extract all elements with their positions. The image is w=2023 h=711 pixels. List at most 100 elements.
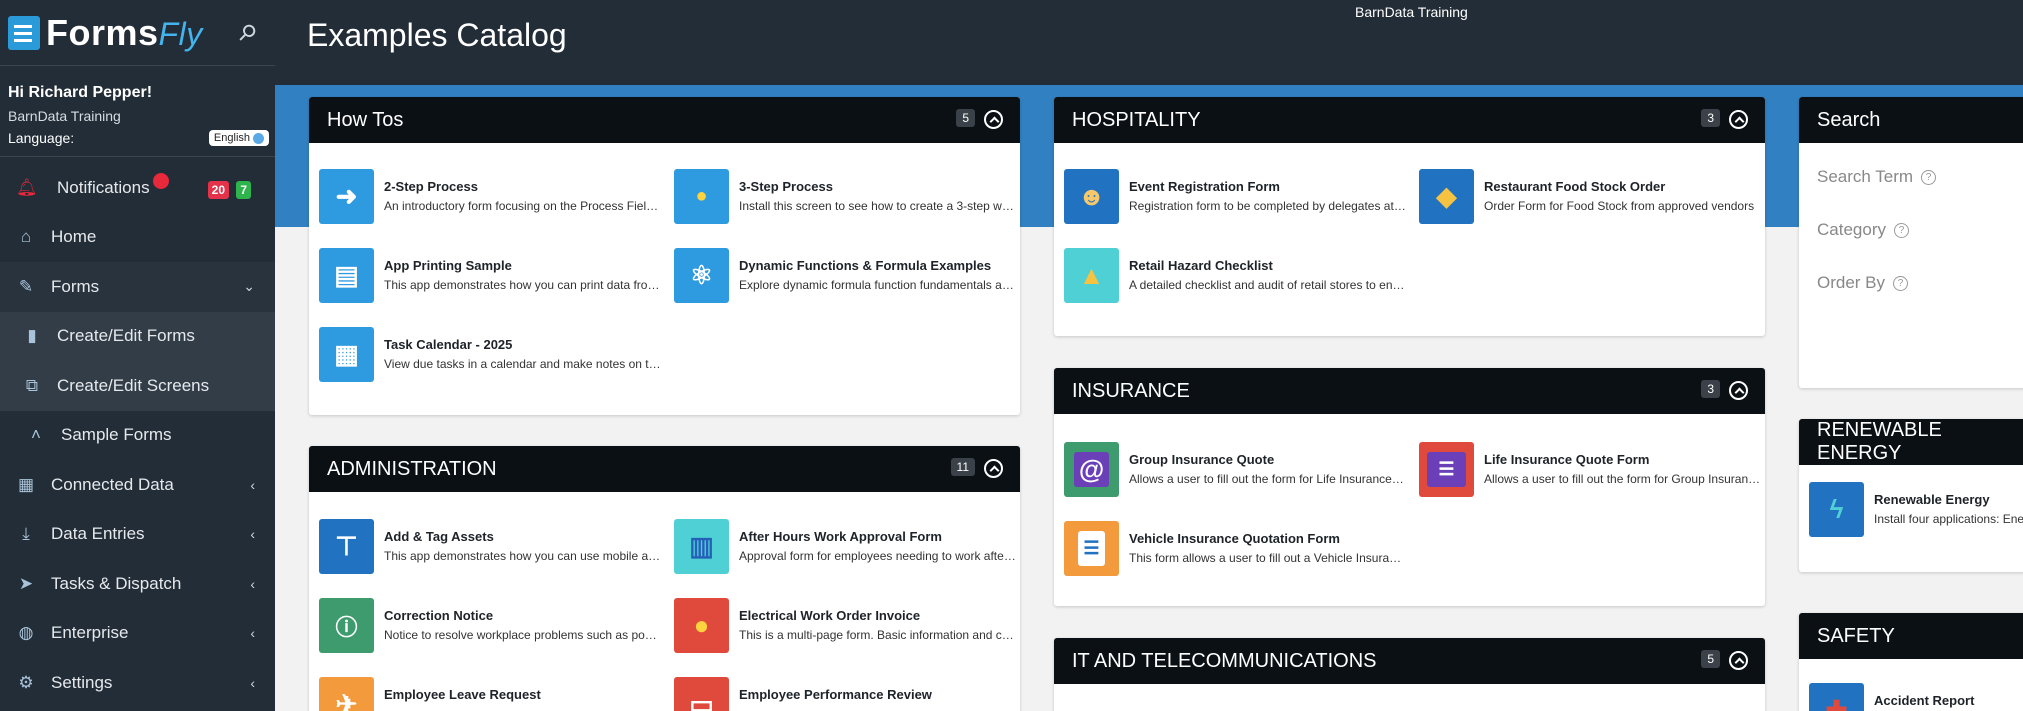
inbox-download-icon: ⤓ bbox=[22, 524, 30, 544]
help-icon[interactable]: ? bbox=[1893, 275, 1909, 291]
nav-notifications[interactable]: 🔔︎ Notifications 20 7 bbox=[0, 163, 275, 213]
chevron-left-icon: ‹ bbox=[250, 674, 255, 691]
catalog-item[interactable]: ▭ Employee Performance Review bbox=[674, 677, 1019, 711]
catalog-item[interactable]: ⚛ Dynamic Functions & Formula Examples Ex… bbox=[674, 248, 1019, 303]
user-greeting: Hi Richard Pepper! bbox=[8, 84, 153, 101]
search-term-field[interactable]: Search Term? bbox=[1817, 167, 2021, 187]
card-header: ADMINISTRATION 11 bbox=[309, 446, 1020, 492]
table-icon: ▦ bbox=[17, 474, 35, 494]
card-header: SAFETY bbox=[1799, 613, 2023, 659]
card-it-telecom: IT AND TELECOMMUNICATIONS 5 bbox=[1054, 638, 1765, 711]
catalog-item[interactable]: ➜ 2-Step Process An introductory form foc… bbox=[319, 169, 664, 224]
catalog-item[interactable]: ▦ Task Calendar - 2025 View due tasks in … bbox=[319, 327, 664, 382]
catalog-item[interactable]: ◆ Restaurant Food Stock Order Order Form … bbox=[1419, 169, 1764, 224]
nav-connected-data[interactable]: ▦ Connected Data ‹ bbox=[0, 460, 275, 510]
card-header: RENEWABLE ENERGY bbox=[1799, 419, 2023, 465]
card-insurance: INSURANCE 3 @ Group Insurance Quote Allow… bbox=[1054, 368, 1765, 606]
people-icon: ☻ bbox=[1064, 169, 1119, 224]
warning-icon: ▲ bbox=[1064, 248, 1119, 303]
lightbulb-icon: ● bbox=[674, 598, 729, 653]
nav-create-edit-forms[interactable]: ▮ Create/Edit Forms bbox=[0, 311, 275, 361]
card-header: HOSPITALITY 3 bbox=[1054, 97, 1765, 143]
forms-logo-icon bbox=[8, 15, 40, 50]
top-header: Examples Catalog BarnData Training bbox=[275, 0, 2023, 85]
catalog-item[interactable]: ▲ Retail Hazard Checklist A detailed chec… bbox=[1064, 248, 1409, 303]
catalog-item[interactable]: ● 3-Step Process Install this screen to s… bbox=[674, 169, 1019, 224]
notification-badge-green: 7 bbox=[236, 181, 251, 199]
caret-up-icon: ˄ bbox=[31, 425, 41, 445]
card-title: SAFETY bbox=[1817, 624, 1895, 647]
catalog-item[interactable]: ▤ App Printing Sample This app demonstrat… bbox=[319, 248, 664, 303]
catalog-item[interactable]: ✚ Accident Report bbox=[1809, 683, 2023, 711]
globe-network-icon: ◍ bbox=[18, 623, 34, 643]
info-icon: ⓘ bbox=[319, 598, 374, 653]
nav-sample-forms[interactable]: ˄ Sample Forms bbox=[0, 411, 275, 461]
card-count: 5 bbox=[1701, 650, 1720, 668]
first-aid-icon: ✚ bbox=[1809, 683, 1864, 711]
catalog-item[interactable]: ☰ Vehicle Insurance Quotation Form This f… bbox=[1064, 521, 1409, 576]
home-icon: ⌂ bbox=[20, 227, 32, 247]
nav-data-entries[interactable]: ⤓ Data Entries ‹ bbox=[0, 510, 275, 560]
help-icon[interactable]: ? bbox=[1921, 169, 1937, 185]
card-title: IT AND TELECOMMUNICATIONS bbox=[1072, 649, 1377, 672]
collapse-icon[interactable] bbox=[1729, 381, 1748, 400]
collapse-icon[interactable] bbox=[984, 459, 1003, 478]
devices-icon: ⧉ bbox=[25, 375, 39, 395]
app-logo[interactable]: FormsFly bbox=[8, 12, 203, 54]
nav-enterprise[interactable]: ◍ Enterprise ‹ bbox=[0, 609, 275, 659]
order-by-field[interactable]: Order By? bbox=[1817, 273, 2021, 293]
lightning-icon: ϟ bbox=[1809, 482, 1864, 537]
logo-bar: FormsFly ⚲ bbox=[0, 0, 275, 66]
logo-text-main: Forms bbox=[46, 11, 159, 53]
catalog-item[interactable]: ● Electrical Work Order Invoice This is a… bbox=[674, 598, 1019, 653]
collapse-icon[interactable] bbox=[1729, 651, 1748, 670]
catalog-item[interactable]: ☰ Life Insurance Quote Form Allows a user… bbox=[1419, 442, 1764, 497]
at-sign-icon: @ bbox=[1064, 442, 1119, 497]
card-count: 5 bbox=[956, 109, 975, 127]
globe-icon bbox=[253, 132, 264, 144]
clipboard-icon: ▮ bbox=[27, 326, 37, 346]
card-header: INSURANCE 3 bbox=[1054, 368, 1765, 414]
card-header: How Tos 5 bbox=[309, 97, 1020, 143]
nav-create-edit-screens[interactable]: ⧉ Create/Edit Screens bbox=[0, 361, 275, 411]
chevron-left-icon: ‹ bbox=[250, 526, 255, 543]
help-icon[interactable]: ? bbox=[1893, 222, 1909, 238]
chevron-left-icon: ‹ bbox=[250, 575, 255, 592]
catalog-item[interactable]: ϟ Renewable Energy Install four applicati… bbox=[1809, 482, 2023, 537]
nav-tasks-dispatch[interactable]: ➤ Tasks & Dispatch ‹ bbox=[0, 559, 275, 609]
pin-icon[interactable]: ⚲ bbox=[232, 18, 262, 48]
profile-card-icon: ☰ bbox=[1419, 442, 1474, 497]
chevron-down-icon: ⌄ bbox=[243, 278, 255, 295]
nav-forms[interactable]: ✎ Forms ⌄ bbox=[0, 262, 275, 312]
chevron-left-icon: ‹ bbox=[250, 625, 255, 642]
card-count: 3 bbox=[1701, 109, 1720, 127]
atom-icon: ⚛ bbox=[674, 248, 729, 303]
card-title: How Tos bbox=[327, 108, 404, 131]
card-count: 3 bbox=[1701, 380, 1720, 398]
forms-icon: ✎ bbox=[18, 276, 34, 296]
card-administration: ADMINISTRATION 11 ⊤ Add & Tag Assets This… bbox=[309, 446, 1020, 711]
sidebar: FormsFly ⚲ Hi Richard Pepper! BarnData T… bbox=[0, 0, 275, 711]
nav-settings[interactable]: ⚙ Settings ‹ bbox=[0, 658, 275, 708]
card-header: IT AND TELECOMMUNICATIONS 5 bbox=[1054, 638, 1765, 684]
collapse-icon[interactable] bbox=[1729, 110, 1748, 129]
catalog-item[interactable]: ✈ Employee Leave Request bbox=[319, 677, 664, 711]
card-title: RENEWABLE ENERGY bbox=[1817, 419, 1942, 464]
catalog-item[interactable]: ⊤ Add & Tag Assets This app demonstrates … bbox=[319, 519, 664, 574]
catalog-item[interactable]: ▥ After Hours Work Approval Form Approval… bbox=[674, 519, 1019, 574]
page-title: Examples Catalog bbox=[307, 17, 567, 53]
user-block: Hi Richard Pepper! BarnData Training Lan… bbox=[0, 66, 275, 157]
bell-icon: 🔔︎ bbox=[16, 177, 38, 197]
language-label: Language: bbox=[8, 130, 75, 146]
card-title: ADMINISTRATION bbox=[327, 457, 497, 480]
language-select[interactable]: English bbox=[208, 130, 269, 146]
catalog-item[interactable]: ⓘ Correction Notice Notice to resolve wor… bbox=[319, 598, 664, 653]
nav-home[interactable]: ⌂ Home bbox=[0, 213, 275, 263]
catalog-item[interactable]: @ Group Insurance Quote Allows a user to … bbox=[1064, 442, 1409, 497]
catalog-item[interactable]: ☻ Event Registration Form Registration fo… bbox=[1064, 169, 1409, 224]
signpost-icon: ➜ bbox=[319, 169, 374, 224]
category-field[interactable]: Category? bbox=[1817, 220, 2021, 240]
collapse-icon[interactable] bbox=[984, 110, 1003, 129]
paper-plane-icon: ➤ bbox=[18, 573, 34, 593]
language-row: Language: English bbox=[8, 130, 269, 146]
